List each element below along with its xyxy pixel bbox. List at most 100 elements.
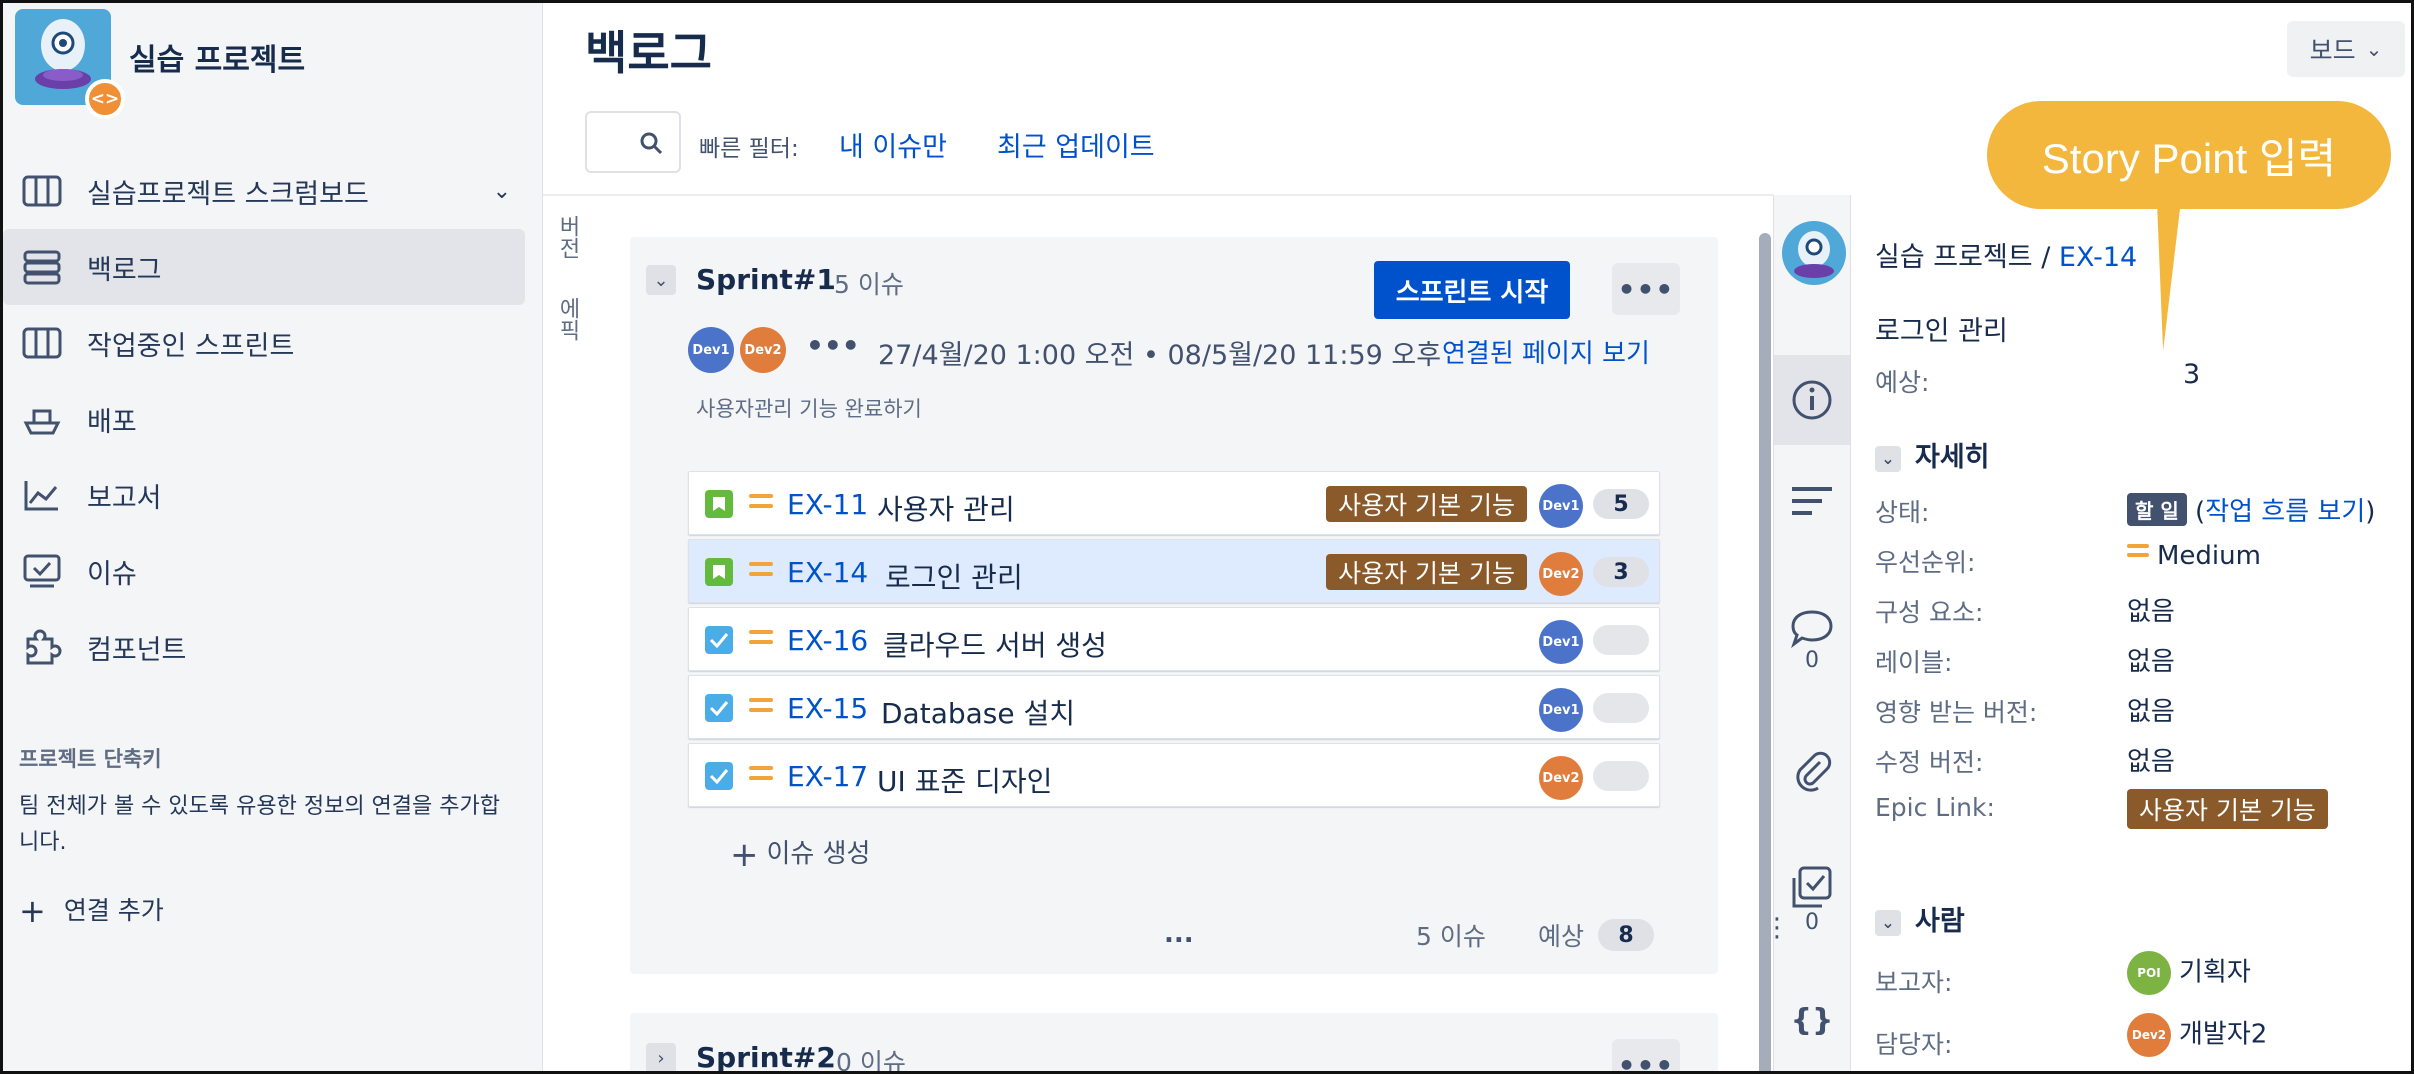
issue-key[interactable]: EX-17 <box>787 760 868 793</box>
sidebar-item-scrum-board[interactable]: 실습프로젝트 스크럼보드 ⌄ <box>3 153 525 229</box>
component-value[interactable]: 없음 <box>2127 591 2175 628</box>
plus-icon: + <box>730 835 759 875</box>
project-avatar[interactable] <box>1782 221 1846 285</box>
chevron-down-icon[interactable]: ⌄ <box>646 265 676 295</box>
affects-version-value[interactable]: 없음 <box>2127 691 2175 728</box>
chevron-right-icon[interactable]: › <box>646 1043 676 1071</box>
board-icon <box>21 170 63 212</box>
epic-lozenge[interactable]: 사용자 기본 기능 <box>2127 789 2328 829</box>
board-dropdown-button[interactable]: 보드 ⌄ <box>2287 21 2405 77</box>
sprint-name: Sprint#1 <box>696 263 836 296</box>
tab-epics[interactable]: 에픽 <box>553 297 583 341</box>
search-input[interactable] <box>585 111 681 173</box>
linked-pages-link[interactable]: 연결된 페이지 보기 <box>1442 333 1650 370</box>
story-point-callout: Story Point 입력 <box>1987 101 2391 209</box>
search-icon <box>640 132 663 155</box>
filter-my-issues[interactable]: 내 이슈만 <box>839 125 947 164</box>
avatar[interactable]: Dev2 <box>1539 552 1583 596</box>
priority-medium-icon <box>749 494 773 514</box>
sidebar-item-backlog[interactable]: 백로그 <box>3 229 525 305</box>
labels-label: 레이블: <box>1875 648 1953 677</box>
breadcrumb-project[interactable]: 실습 프로젝트 <box>1875 242 2033 273</box>
epic-label[interactable]: 사용자 기본 기능 <box>1326 486 1527 522</box>
sidebar-item-label: 보고서 <box>87 482 162 514</box>
resize-handle-icon[interactable]: ⋮ <box>1764 913 1790 943</box>
more-icon[interactable]: ... <box>1164 919 1194 949</box>
issue-row[interactable]: EX-16 클라우드 서버 생성 Dev1 <box>688 607 1660 671</box>
detail-rail: 0 0 {} ⋮ <box>1764 195 1851 1071</box>
estimate-label: 예상: <box>1875 368 1930 397</box>
fix-version-value[interactable]: 없음 <box>2127 741 2175 778</box>
issue-key[interactable]: EX-14 <box>787 556 868 589</box>
scrollbar[interactable] <box>1759 233 1771 1071</box>
story-points-badge: 5 <box>1593 489 1649 519</box>
add-link-button[interactable]: + 연결 추가 <box>19 891 164 930</box>
epic-label[interactable]: 사용자 기본 기능 <box>1326 554 1527 590</box>
sidebar-item-releases[interactable]: 배포 <box>3 381 525 457</box>
more-members-icon[interactable]: ••• <box>806 329 860 362</box>
avatar[interactable]: Dev2 <box>1539 756 1583 800</box>
sidebar-nav: 실습프로젝트 스크럼보드 ⌄ 백로그 작업중인 스프린트 배포 보고서 이슈 컴… <box>3 153 543 685</box>
sidebar-item-components[interactable]: 컴포넌트 <box>3 609 525 685</box>
alien-icon <box>35 19 91 89</box>
create-issue-button[interactable]: + 이슈 생성 <box>730 833 870 875</box>
columns-icon <box>21 322 63 364</box>
reporter-value[interactable]: POI 기획자 <box>2127 951 2251 995</box>
avatar: Dev2 <box>2127 1013 2171 1057</box>
sidebar-item-label: 배포 <box>87 406 137 438</box>
chart-icon <box>21 474 63 516</box>
issue-row[interactable]: EX-17 UI 표준 디자인 Dev2 <box>688 743 1660 807</box>
issue-title[interactable]: 로그인 관리 <box>1875 309 2008 348</box>
avatar: POI <box>2127 951 2171 995</box>
details-heading: 자세히 <box>1915 442 1990 473</box>
priority-value[interactable]: Medium <box>2127 541 2261 571</box>
sidebar-item-label: 컴포넌트 <box>87 634 187 666</box>
plus-icon: + <box>19 892 46 930</box>
affects-version-label: 영향 받는 버전: <box>1875 698 2038 727</box>
page-title: 백로그 <box>585 26 712 80</box>
sidebar-item-label: 백로그 <box>87 254 162 286</box>
avatar[interactable]: Dev2 <box>740 327 786 373</box>
avatar[interactable]: Dev1 <box>688 327 734 373</box>
priority-text: Medium <box>2157 541 2261 571</box>
issue-row[interactable]: EX-11 사용자 관리 사용자 기본 기능 Dev1 5 <box>688 471 1660 535</box>
issue-row[interactable]: EX-14 로그인 관리 사용자 기본 기능 Dev2 3 <box>688 539 1660 603</box>
chevron-down-icon[interactable]: ⌄ <box>493 179 511 204</box>
chevron-down-icon: ⌄ <box>2365 37 2383 61</box>
issue-key[interactable]: EX-11 <box>787 488 868 521</box>
attachment-icon[interactable] <box>1774 725 1850 815</box>
assignee-value[interactable]: Dev2 개발자2 <box>2127 1013 2267 1057</box>
breadcrumb-issue-key[interactable]: EX-14 <box>2059 242 2137 273</box>
workflow-link[interactable]: 작업 흐름 보기 <box>2205 497 2365 527</box>
avatar[interactable]: Dev1 <box>1539 688 1583 732</box>
avatar[interactable]: Dev1 <box>1539 620 1583 664</box>
sidebar-item-reports[interactable]: 보고서 <box>3 457 525 533</box>
sidebar-item-issues[interactable]: 이슈 <box>3 533 525 609</box>
code-icon[interactable]: {} <box>1774 975 1850 1065</box>
project-name: 실습 프로젝트 <box>129 43 306 78</box>
people-section-toggle[interactable]: ⌄ 사람 <box>1875 899 1965 938</box>
more-options-button[interactable]: ••• <box>1612 263 1680 315</box>
details-section-toggle[interactable]: ⌄ 자세히 <box>1875 435 1990 474</box>
chevron-down-icon: ⌄ <box>1875 446 1901 472</box>
issue-row[interactable]: EX-15 Database 설치 Dev1 <box>688 675 1660 739</box>
estimate-value[interactable]: 3 <box>2183 359 2200 390</box>
start-sprint-button[interactable]: 스프린트 시작 <box>1374 261 1570 319</box>
priority-medium-icon <box>749 562 773 582</box>
workflow-paren-close: ) <box>2365 497 2376 527</box>
priority-medium-icon <box>749 698 773 718</box>
fix-version-label: 수정 버전: <box>1875 748 1984 777</box>
info-icon[interactable] <box>1774 355 1850 445</box>
labels-value[interactable]: 없음 <box>2127 641 2175 678</box>
issue-key[interactable]: EX-15 <box>787 692 868 725</box>
issue-key[interactable]: EX-16 <box>787 624 868 657</box>
comment-icon[interactable]: 0 <box>1774 595 1850 685</box>
sidebar-item-active-sprints[interactable]: 작업중인 스프린트 <box>3 305 525 381</box>
more-options-button[interactable]: ••• <box>1612 1039 1680 1071</box>
filter-recently-updated[interactable]: 최근 업데이트 <box>997 125 1155 164</box>
avatar[interactable]: Dev1 <box>1539 484 1583 528</box>
description-icon[interactable] <box>1774 457 1850 547</box>
status-lozenge[interactable]: 할 일 <box>2127 493 2187 526</box>
tab-versions[interactable]: 버전 <box>553 215 583 259</box>
project-avatar[interactable]: <> <box>15 9 125 119</box>
